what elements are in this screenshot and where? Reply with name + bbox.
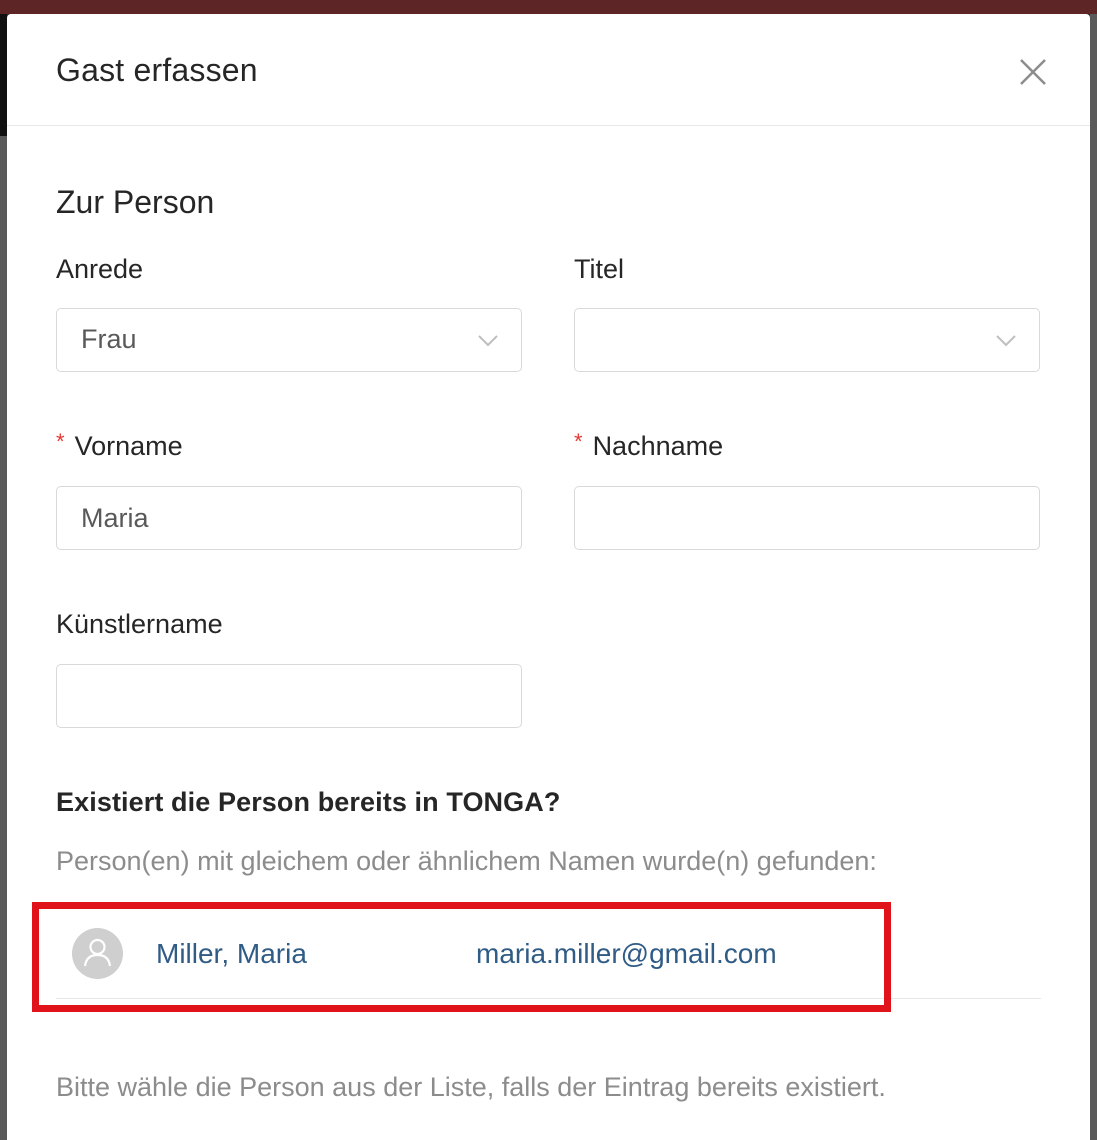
chevron-down-icon bbox=[996, 335, 1016, 347]
dialog-title: Gast erfassen bbox=[56, 52, 258, 88]
backdrop-right bbox=[1090, 14, 1097, 1140]
duplicate-result-row[interactable]: Miller, Maria maria.miller@gmail.com bbox=[56, 922, 1041, 999]
vorname-label-text: Vorname bbox=[74, 431, 183, 461]
nachname-label-text: Nachname bbox=[592, 431, 724, 461]
result-name[interactable]: Miller, Maria bbox=[156, 938, 307, 970]
kuenstlername-input[interactable] bbox=[56, 664, 522, 728]
anrede-label: Anrede bbox=[56, 254, 144, 284]
user-avatar-icon bbox=[83, 938, 112, 967]
section-title: Zur Person bbox=[56, 184, 215, 220]
backdrop-left-dark bbox=[0, 14, 7, 136]
nachname-label: * Nachname bbox=[574, 429, 724, 462]
backdrop-left-grey bbox=[0, 136, 7, 1140]
nachname-input[interactable] bbox=[574, 486, 1040, 550]
titel-label: Titel bbox=[574, 254, 625, 284]
dialog-header: Gast erfassen bbox=[7, 14, 1090, 126]
vorname-label: * Vorname bbox=[56, 429, 183, 462]
duplicate-found-text: Person(en) mit gleichem oder ähnlichem N… bbox=[56, 846, 877, 876]
close-icon bbox=[1020, 59, 1046, 85]
close-button[interactable] bbox=[1015, 54, 1051, 90]
vorname-input[interactable] bbox=[56, 486, 522, 550]
titel-select[interactable] bbox=[574, 308, 1040, 372]
required-marker: * bbox=[574, 429, 583, 454]
result-email[interactable]: maria.miller@gmail.com bbox=[476, 938, 777, 970]
guest-dialog: Gast erfassen Zur Person Anrede Frau Tit… bbox=[7, 14, 1090, 1140]
duplicate-question: Existiert die Person bereits in TONGA? bbox=[56, 787, 561, 817]
chevron-down-icon bbox=[478, 335, 498, 347]
hint-text: Bitte wähle die Person aus der Liste, fa… bbox=[56, 1072, 886, 1102]
required-marker: * bbox=[56, 429, 65, 454]
backdrop-left bbox=[0, 14, 7, 1140]
anrede-value: Frau bbox=[81, 324, 137, 354]
backdrop-top bbox=[0, 0, 1097, 14]
kuenstlername-label: Künstlername bbox=[56, 609, 223, 639]
avatar bbox=[72, 928, 123, 979]
anrede-select[interactable]: Frau bbox=[56, 308, 522, 372]
